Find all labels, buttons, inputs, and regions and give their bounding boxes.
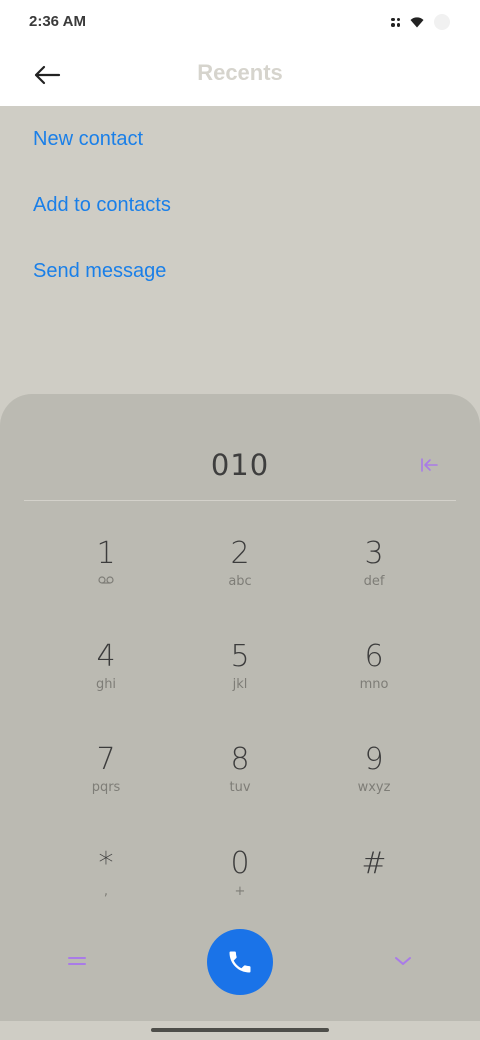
key-letters: def [363,574,385,589]
key-3[interactable]: 3 def [314,536,434,616]
dialpad: 010 1 2 abc 3 def 4 ghi 5 jkl 6 mno 7 pq [0,394,480,1021]
key-letters: pqrs [91,780,121,795]
key-letters: ghi [95,677,117,692]
app-bar: Recents [0,44,480,106]
send-message-link[interactable]: Send message [33,260,166,283]
call-button[interactable] [207,929,273,995]
new-contact-link[interactable]: New contact [33,128,143,151]
divider [24,500,456,501]
key-letters: mno [359,677,389,692]
key-digit: 9 [364,742,384,777]
key-digit: 1 [96,536,116,571]
key-digit: 4 [96,639,116,674]
key-star[interactable]: * , [46,846,166,926]
key-0[interactable]: 0 + [180,846,300,926]
key-digit: 0 [230,846,250,881]
status-time: 2:36 AM [29,13,86,30]
menu-button[interactable] [62,946,92,976]
key-5[interactable]: 5 jkl [180,639,300,719]
add-to-contacts-link[interactable]: Add to contacts [33,194,171,217]
key-digit: * [98,846,114,881]
key-letters: jkl [232,677,248,692]
key-letters: + [234,884,246,899]
chevron-down-icon [395,957,411,965]
key-letters: abc [228,574,252,589]
key-digit: 5 [230,639,250,674]
page-title: Recents [197,60,283,85]
wifi-icon [410,17,424,28]
key-4[interactable]: 4 ghi [46,639,166,719]
key-digit: 7 [96,742,116,777]
phone-icon [229,951,251,973]
status-icons [391,12,450,32]
navigation-bar [0,1021,480,1040]
home-indicator[interactable] [151,1028,329,1032]
key-digit: # [361,846,387,881]
key-hash[interactable]: # [314,846,434,926]
key-letters: wxyz [357,780,391,795]
backspace-button[interactable] [414,454,444,476]
status-bar: 2:36 AM [0,0,480,44]
key-7[interactable]: 7 pqrs [46,742,166,822]
key-6[interactable]: 6 mno [314,639,434,719]
voicemail-icon [98,576,114,584]
key-9[interactable]: 9 wxyz [314,742,434,822]
collapse-dialpad-button[interactable] [388,946,418,976]
backspace-icon [421,458,438,472]
battery-icon [434,14,450,30]
key-1[interactable]: 1 [46,536,166,616]
key-8[interactable]: 8 tuv [180,742,300,822]
key-digit: 2 [230,536,250,571]
key-2[interactable]: 2 abc [180,536,300,616]
key-digit: 6 [364,639,384,674]
key-digit: 3 [364,536,384,571]
key-digit: 8 [230,742,250,777]
dialed-number: 010 [210,448,270,482]
key-letters: , [103,884,109,899]
notification-dots-icon [391,17,400,27]
key-letters: tuv [229,780,251,795]
menu-icon [68,957,86,965]
